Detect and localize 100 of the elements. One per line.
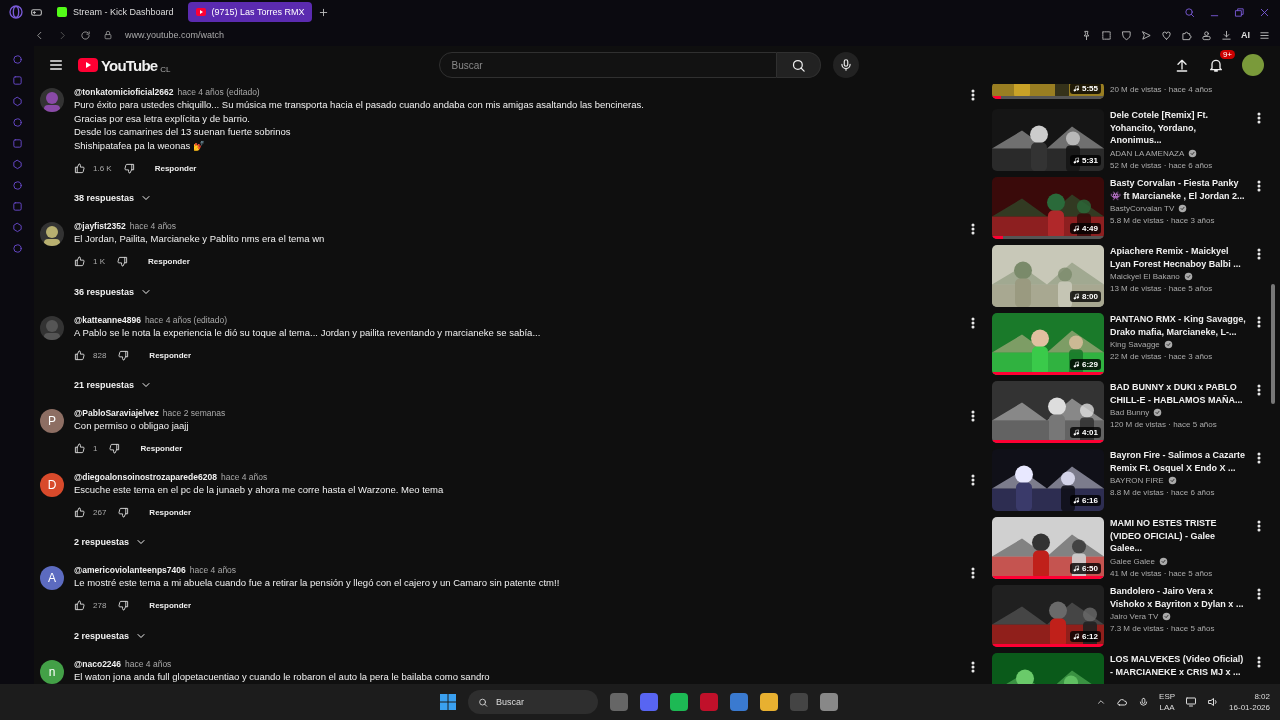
address-field[interactable]: www.youtube.com/watch <box>125 30 225 40</box>
browser-logo-icon[interactable] <box>8 4 24 20</box>
restore-icon[interactable] <box>1234 6 1245 18</box>
video-title[interactable]: Basty Corvalan - Fiesta Panky 👾 ft Marcianeke , El Jordan 2... <box>1110 177 1246 202</box>
replies-toggle[interactable]: 2 respuestas <box>74 625 148 646</box>
comment-author[interactable]: @tonkatomicioficial2662 <box>74 87 174 97</box>
video-title[interactable]: MAMI NO ESTES TRISTE (VIDEO OFICIAL) - Galee Galee... <box>1110 517 1246 555</box>
bell-icon[interactable] <box>1208 57 1224 73</box>
download-icon[interactable] <box>1221 29 1232 41</box>
video-title[interactable]: Apiachere Remix - Maickyel Lyan Forest Hecnaboy Balbi ... <box>1110 245 1246 270</box>
sidebar-app-icon[interactable] <box>11 243 23 254</box>
taskbar-search-field[interactable]: Buscar <box>494 696 588 708</box>
comment-author[interactable]: @PabloSaraviajelvez <box>74 408 159 418</box>
avatar[interactable]: A <box>40 566 64 590</box>
sidebar-app-icon[interactable] <box>11 180 23 191</box>
comment-author[interactable]: @americoviolanteenps7406 <box>74 565 186 575</box>
sidebar-app-icon[interactable] <box>11 96 23 107</box>
like-icon[interactable] <box>74 162 85 174</box>
replies-toggle[interactable]: 21 respuestas <box>74 375 153 395</box>
like-icon[interactable] <box>74 506 85 518</box>
menu-icon[interactable] <box>1259 29 1270 41</box>
avatar[interactable] <box>1242 54 1264 76</box>
cloud-icon[interactable] <box>1116 696 1129 708</box>
comment-author[interactable]: @naco2246 <box>74 658 122 669</box>
comment-author[interactable]: @jayfist2352 <box>74 221 126 231</box>
channel-name[interactable]: King Savagge <box>1110 340 1160 349</box>
video-title[interactable]: BAD BUNNY x DUKI x PABLO CHILL-E - HABLAMOS MAÑA... <box>1110 381 1246 406</box>
taskbar-app-icon[interactable] <box>730 693 748 711</box>
dislike-icon[interactable] <box>123 162 135 174</box>
channel-name[interactable]: Galee Galee <box>1110 556 1155 566</box>
sidebar-app-icon[interactable] <box>11 54 23 65</box>
taskbar-app-icon[interactable] <box>640 693 658 711</box>
dislike-icon[interactable] <box>118 349 130 361</box>
sidebar-app-icon[interactable] <box>11 159 23 170</box>
video-title[interactable]: LOS MALVEKES (Video Oficial) - MARCIANEKE x CRIS MJ x ... <box>1110 653 1246 678</box>
sidebar-app-icon[interactable] <box>11 117 23 128</box>
upload-icon[interactable] <box>1174 57 1190 73</box>
channel-name[interactable]: BAYRON FIRE <box>1110 476 1164 485</box>
like-icon[interactable] <box>74 600 85 611</box>
channel-name[interactable]: Maickyel El Bakano <box>1110 272 1180 281</box>
channel-name[interactable]: BastyCorvalan TV <box>1110 204 1175 213</box>
reply-button[interactable]: Responder <box>149 507 192 517</box>
comment-author[interactable]: @katteanne4896 <box>74 314 141 325</box>
snapshot-icon[interactable] <box>1101 29 1112 41</box>
monitor-icon[interactable] <box>1185 696 1198 708</box>
menu-icon[interactable] <box>48 57 64 73</box>
taskbar-app-icon[interactable] <box>670 693 688 711</box>
dislike-icon[interactable] <box>118 600 130 611</box>
pin-icon[interactable] <box>1081 29 1092 41</box>
replies-toggle[interactable]: 38 respuestas <box>74 188 153 208</box>
reply-button[interactable]: Responder <box>149 601 192 610</box>
taskbar-app-icon[interactable] <box>760 693 778 711</box>
voice-search-button[interactable] <box>832 52 859 78</box>
mic-icon[interactable] <box>1138 696 1150 708</box>
clock-time[interactable]: 8:02 <box>1254 691 1270 702</box>
dislike-icon[interactable] <box>109 443 121 454</box>
sidebar-app-icon[interactable] <box>11 222 23 233</box>
reply-button[interactable]: Responder <box>149 350 192 360</box>
channel-name[interactable]: Jairo Vera TV <box>1110 612 1159 621</box>
account-icon[interactable] <box>1201 29 1212 41</box>
ai-button[interactable]: AI <box>1241 30 1250 40</box>
language-code[interactable]: ESP <box>1159 691 1176 702</box>
browser-tab[interactable]: (9715) Las Torres RMX <box>187 2 313 22</box>
taskbar-search[interactable]: Buscar <box>468 690 598 714</box>
browser-tab[interactable]: Stream - Kick Dashboard <box>49 2 182 22</box>
caret-icon[interactable] <box>1096 697 1107 707</box>
channel-name[interactable]: ADAN LA AMENAZA <box>1110 148 1185 158</box>
shield-icon[interactable] <box>1121 29 1132 41</box>
reply-button[interactable]: Responder <box>148 257 190 266</box>
clock-date[interactable]: 16-01-2026 <box>1229 702 1270 713</box>
reply-button[interactable]: Responder <box>140 444 183 453</box>
search-icon[interactable] <box>1184 6 1195 18</box>
replies-toggle[interactable]: 2 respuestas <box>74 532 148 552</box>
taskbar-app-icon[interactable] <box>820 693 838 711</box>
like-icon[interactable] <box>74 349 85 361</box>
dislike-icon[interactable] <box>118 506 130 518</box>
replies-toggle[interactable]: 36 respuestas <box>74 281 153 302</box>
heart-icon[interactable] <box>1161 29 1172 41</box>
site-logo[interactable]: YouTube <box>101 56 158 74</box>
video-title[interactable]: PANTANO RMX - King Savagge, Drako mafia, Marcianeke, L-... <box>1110 313 1246 338</box>
channel-name[interactable]: Bad Bunny <box>1110 408 1150 417</box>
close-icon[interactable] <box>1259 6 1270 18</box>
like-icon[interactable] <box>74 443 85 454</box>
video-title[interactable]: Bandolero - Jairo Vera x Vishoko x Bayriton x Dylan x ... <box>1110 585 1246 610</box>
dislike-icon[interactable] <box>117 256 128 267</box>
search-button[interactable] <box>776 52 821 78</box>
puzzle-icon[interactable] <box>1181 29 1192 41</box>
reply-button[interactable]: Responder <box>154 163 197 173</box>
search-field[interactable]: Buscar <box>438 52 777 78</box>
keyboard-layout[interactable]: LAA <box>1159 702 1175 713</box>
comment-author[interactable]: @diegoalonsoinostrozaparede6208 <box>74 471 217 482</box>
avatar[interactable]: D <box>40 472 64 497</box>
send-icon[interactable] <box>1141 29 1152 41</box>
video-title[interactable]: Dele Cotele [Remix] Ft. Yohancito, Yordano, Anonimus... <box>1110 109 1246 147</box>
scrollbar-thumb[interactable] <box>1271 284 1275 404</box>
like-icon[interactable] <box>74 256 85 267</box>
new-tab-icon[interactable] <box>318 6 330 18</box>
speaker-icon[interactable] <box>1207 696 1220 708</box>
video-title[interactable]: Bayron Fire - Salimos a Cazarte Remix Ft. Osquel X Endo X ... <box>1110 449 1246 474</box>
avatar[interactable]: P <box>40 409 64 433</box>
